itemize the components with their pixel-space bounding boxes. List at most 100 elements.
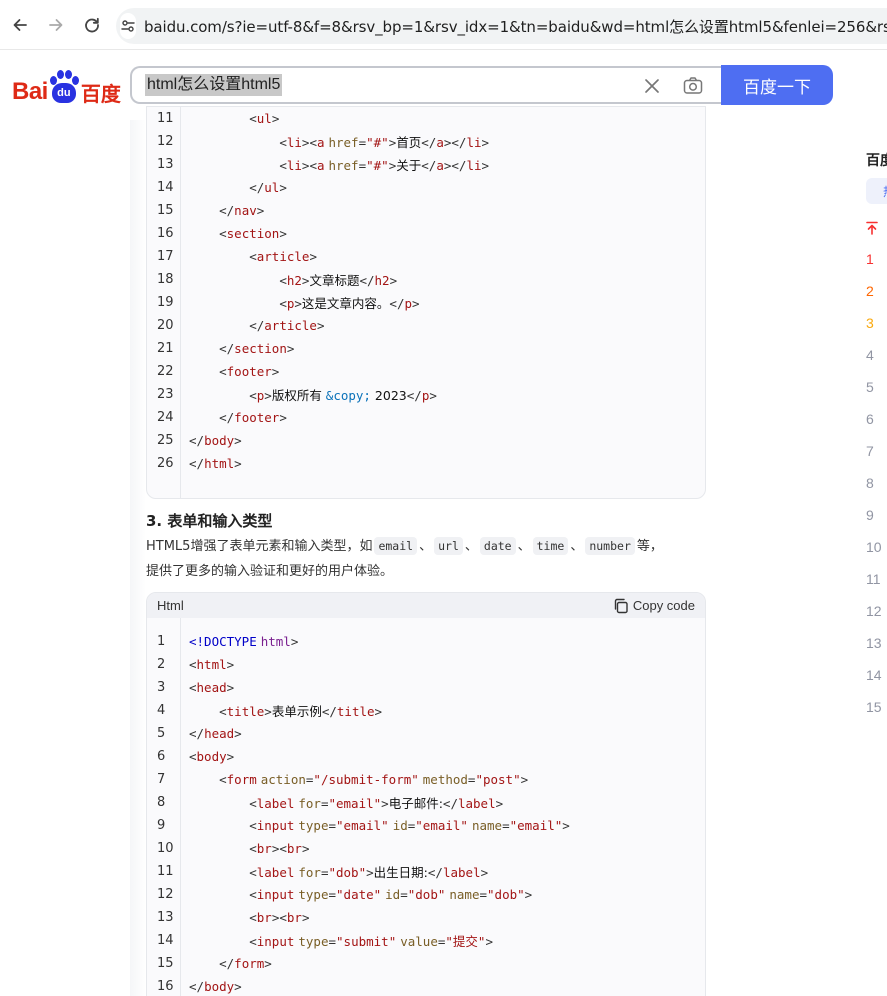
code-text: </section> xyxy=(219,341,295,356)
code-text: <section> xyxy=(219,226,287,241)
code-line: 12 <input type="date" id="dob" name="dob… xyxy=(147,883,705,906)
code-lines: 11 <ul> 12 <li><a href="#">首页</a></li> 13 … xyxy=(147,107,705,475)
logo-text: Bai xyxy=(12,78,48,105)
line-number: 14 xyxy=(157,180,174,195)
line-number: 1 xyxy=(157,634,166,649)
copy-code-button[interactable]: Copy code xyxy=(613,598,695,614)
search-input[interactable]: html怎么设置html5 xyxy=(145,74,283,96)
hot-list-rank[interactable]: 10 xyxy=(866,539,882,555)
line-number: 16 xyxy=(157,226,174,241)
hot-list-rank[interactable]: 8 xyxy=(866,475,874,491)
hot-list-rank[interactable]: 7 xyxy=(866,443,874,459)
line-number: 16 xyxy=(157,979,174,994)
code-text: </head> xyxy=(189,726,242,741)
pin-top-icon xyxy=(866,221,878,235)
paw-icon: du xyxy=(49,70,79,104)
code-line: 4 <title>表单示例</title> xyxy=(147,699,705,722)
line-number: 15 xyxy=(157,203,174,218)
copy-icon xyxy=(614,598,628,613)
code-line: 2 <html> xyxy=(147,653,705,676)
reload-button[interactable] xyxy=(74,7,110,43)
line-number: 23 xyxy=(157,387,174,402)
code-line: 9 <input type="email" id="email" name="e… xyxy=(147,814,705,837)
code-line: 16 </body> xyxy=(147,975,705,996)
code-text: <br><br> xyxy=(249,910,310,925)
hot-list-rank[interactable]: 1 xyxy=(866,251,874,267)
forward-button[interactable] xyxy=(38,7,74,43)
search-button[interactable]: 百度一下 xyxy=(721,65,833,105)
reload-icon xyxy=(85,17,99,32)
code-text: </body> xyxy=(189,433,242,448)
code-line: 20 </article> xyxy=(147,314,705,337)
code-line: 7 <form action="/submit-form" method="po… xyxy=(147,768,705,791)
code-text: </ul> xyxy=(249,180,287,195)
code-line: 1 <!DOCTYPE html> xyxy=(147,630,705,653)
code-text: </form> xyxy=(219,956,272,971)
address-bar[interactable]: baidu.com/s?ie=utf-8&f=8&rsv_bp=1&rsv_id… xyxy=(116,8,887,44)
code-text: <head> xyxy=(189,680,235,695)
code-line: 12 <li><a href="#">首页</a></li> xyxy=(147,130,705,153)
line-number: 12 xyxy=(157,134,174,149)
hot-list-rank[interactable]: 6 xyxy=(866,411,874,427)
baidu-logo[interactable]: Bai du 百度 xyxy=(12,68,121,104)
line-number: 2 xyxy=(157,657,166,672)
code-line: 16 <section> xyxy=(147,222,705,245)
hot-list-rank[interactable]: 9 xyxy=(866,507,874,523)
hot-list-rank[interactable]: 2 xyxy=(866,283,874,299)
line-number: 5 xyxy=(157,726,166,741)
line-number: 20 xyxy=(157,318,174,333)
hot-list-rank[interactable]: 12 xyxy=(866,603,882,619)
line-number: 15 xyxy=(157,956,174,971)
code-line: 17 <article> xyxy=(147,245,705,268)
code-text: <li><a href="#">关于</a></li> xyxy=(279,158,490,173)
code-text: <p>这是文章内容。</p> xyxy=(279,296,420,311)
code-block-top: 11 <ul> 12 <li><a href="#">首页</a></li> 13 … xyxy=(146,106,706,499)
line-number: 18 xyxy=(157,272,174,287)
close-icon[interactable] xyxy=(642,76,662,96)
line-number: 3 xyxy=(157,680,166,695)
hot-list-rank[interactable]: 14 xyxy=(866,667,882,683)
code-text: <input type="date" id="dob" name="dob"> xyxy=(249,887,533,902)
line-number: 17 xyxy=(157,249,174,264)
code-line: 23 <p>版权所有 &copy; 2023</p> xyxy=(147,383,705,406)
hot-list-rank[interactable]: 15 xyxy=(866,699,882,715)
hot-list-rank[interactable]: 11 xyxy=(866,571,881,587)
search-box[interactable]: html怎么设置html5 xyxy=(130,66,722,104)
code-text: </footer> xyxy=(219,410,287,425)
hot-list-rank[interactable]: 13 xyxy=(866,635,882,651)
hot-list-rank[interactable]: 3 xyxy=(866,315,874,331)
url-text[interactable]: baidu.com/s?ie=utf-8&f=8&rsv_bp=1&rsv_id… xyxy=(144,16,887,37)
code-line: 13 <li><a href="#">关于</a></li> xyxy=(147,153,705,176)
code-line: 5 </head> xyxy=(147,722,705,745)
line-number: 21 xyxy=(157,341,174,356)
camera-icon[interactable] xyxy=(682,75,704,97)
line-number: 26 xyxy=(157,456,174,471)
code-text: </body> xyxy=(189,979,242,994)
hot-list-rank[interactable]: 5 xyxy=(866,379,874,395)
code-line: 10 <br><br> xyxy=(147,837,705,860)
hot-list-tab[interactable]: 热 xyxy=(866,178,887,204)
line-number: 22 xyxy=(157,364,174,379)
code-text: <form action="/submit-form" method="post… xyxy=(219,772,529,787)
code-line: 18 <h2>文章标题</h2> xyxy=(147,268,705,291)
code-text: <html> xyxy=(189,657,235,672)
line-number: 11 xyxy=(157,111,174,126)
back-button[interactable] xyxy=(2,7,38,43)
line-number: 11 xyxy=(157,864,174,879)
line-number: 7 xyxy=(157,772,166,787)
line-number: 24 xyxy=(157,410,174,425)
code-text: </article> xyxy=(249,318,325,333)
code-line: 26 </html> xyxy=(147,452,705,475)
inline-code: url xyxy=(434,537,463,555)
code-text: <label for="email">电子邮件:</label> xyxy=(249,796,504,811)
code-text: <li><a href="#">首页</a></li> xyxy=(279,135,490,150)
hot-list-rank[interactable]: 4 xyxy=(866,347,874,363)
line-number: 4 xyxy=(157,703,166,718)
line-number: 12 xyxy=(157,887,174,902)
line-number: 10 xyxy=(157,841,174,856)
code-block-bottom: Html Copy code 1 <!DOCTYPE html> 2 <html> 3 <… xyxy=(146,592,706,996)
code-text: <p>版权所有 &copy; 2023</p> xyxy=(249,388,437,403)
site-info-button[interactable] xyxy=(120,13,136,39)
code-line: 25 </body> xyxy=(147,429,705,452)
code-line: 11 <label for="dob">出生日期:</label> xyxy=(147,860,705,883)
